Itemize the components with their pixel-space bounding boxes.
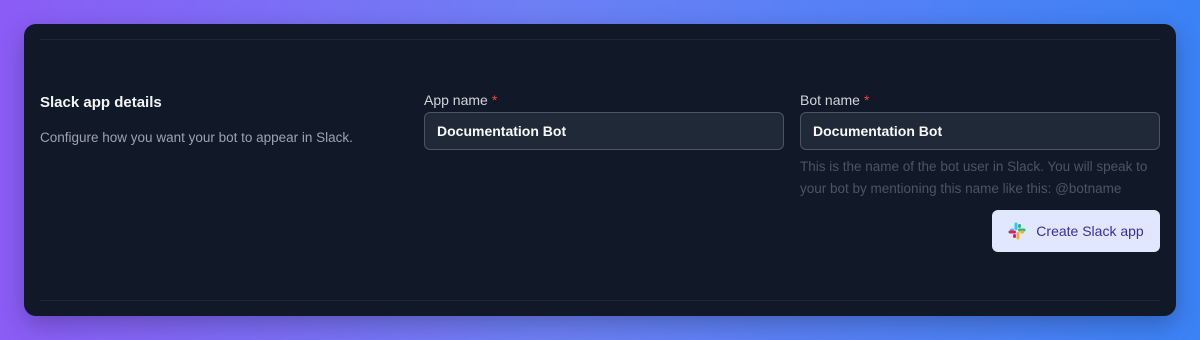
required-marker: * — [863, 92, 870, 108]
app-name-label-text: App name — [424, 92, 488, 108]
bot-name-label-text: Bot name — [800, 92, 860, 108]
bot-name-field-group: Bot name* This is the name of the bot us… — [800, 90, 1160, 200]
create-slack-app-label: Create Slack app — [1036, 223, 1144, 239]
app-name-label: App name * — [424, 90, 784, 110]
app-name-input[interactable] — [424, 112, 784, 150]
app-name-field-group: App name * — [424, 90, 784, 150]
top-divider — [40, 39, 1160, 40]
create-slack-app-button[interactable]: Create Slack app — [992, 210, 1160, 252]
bot-name-input[interactable] — [800, 112, 1160, 150]
required-marker: * — [491, 92, 498, 108]
slack-logo-icon — [1008, 222, 1026, 240]
bottom-divider — [40, 300, 1160, 301]
bot-name-label: Bot name * — [800, 90, 1160, 110]
slack-app-card: Slack app details Configure how you want… — [24, 24, 1176, 316]
section-title: Slack app details — [40, 94, 162, 111]
bot-name-help-text: This is the name of the bot user in Slac… — [800, 159, 1148, 196]
section-description: Configure how you want your bot to appea… — [40, 130, 353, 145]
